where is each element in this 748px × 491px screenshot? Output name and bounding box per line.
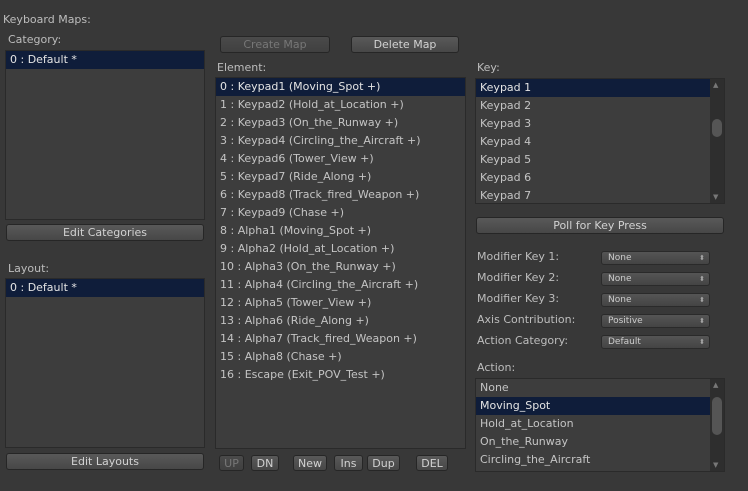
key-item[interactable]: Keypad 2: [476, 97, 724, 115]
field-dropdown[interactable]: Positive ⬍: [601, 314, 710, 328]
field-label: Modifier Key 1:: [477, 250, 560, 263]
key-item[interactable]: Keypad 1: [476, 79, 724, 97]
key-label: Key:: [477, 61, 500, 74]
delete-map-button[interactable]: Delete Map: [351, 36, 459, 53]
element-item[interactable]: 5 : Keypad7 (Ride_Along +): [216, 168, 465, 186]
scroll-thumb[interactable]: [712, 397, 722, 435]
key-item[interactable]: Keypad 5: [476, 151, 724, 169]
dropdown-value: None: [608, 253, 632, 263]
dropdown-value: Positive: [608, 316, 643, 326]
create-map-button[interactable]: Create Map: [220, 36, 330, 53]
element-item[interactable]: 2 : Keypad3 (On_the_Runway +): [216, 114, 465, 132]
element-item[interactable]: 7 : Keypad9 (Chase +): [216, 204, 465, 222]
element-item[interactable]: 3 : Keypad4 (Circling_the_Aircraft +): [216, 132, 465, 150]
field-dropdown[interactable]: None ⬍: [601, 272, 710, 286]
element-item[interactable]: 15 : Alpha8 (Chase +): [216, 348, 465, 366]
category-list[interactable]: 0 : Default *: [5, 50, 205, 220]
scroll-down-icon[interactable]: ▼: [713, 461, 718, 469]
element-item[interactable]: 1 : Keypad2 (Hold_at_Location +): [216, 96, 465, 114]
element-item[interactable]: 9 : Alpha2 (Hold_at_Location +): [216, 240, 465, 258]
layout-label: Layout:: [8, 262, 50, 275]
insert-element-button[interactable]: Ins: [334, 455, 363, 471]
move-up-button[interactable]: UP: [219, 455, 244, 471]
field-label: Axis Contribution:: [477, 313, 576, 326]
dropdown-arrows-icon: ⬍: [699, 338, 705, 346]
action-item[interactable]: On_the_Runway: [476, 433, 724, 451]
scroll-down-icon[interactable]: ▼: [713, 193, 718, 201]
element-label: Element:: [217, 61, 267, 74]
dropdown-value: None: [608, 274, 632, 284]
category-item[interactable]: 0 : Default *: [6, 51, 204, 69]
dropdown-arrows-icon: ⬍: [699, 296, 705, 304]
action-item[interactable]: Moving_Spot: [476, 397, 724, 415]
category-label: Category:: [8, 33, 62, 46]
layout-item[interactable]: 0 : Default *: [6, 279, 204, 297]
element-item[interactable]: 0 : Keypad1 (Moving_Spot +): [216, 78, 465, 96]
poll-key-button[interactable]: Poll for Key Press: [476, 217, 724, 234]
key-item[interactable]: Keypad 4: [476, 133, 724, 151]
duplicate-element-button[interactable]: Dup: [367, 455, 400, 471]
element-item[interactable]: 12 : Alpha5 (Tower_View +): [216, 294, 465, 312]
element-item[interactable]: 16 : Escape (Exit_POV_Test +): [216, 366, 465, 384]
field-dropdown[interactable]: Default ⬍: [601, 335, 710, 349]
element-item[interactable]: 13 : Alpha6 (Ride_Along +): [216, 312, 465, 330]
key-item[interactable]: Keypad 7: [476, 187, 724, 203]
key-item[interactable]: Keypad 3: [476, 115, 724, 133]
key-scrollbar[interactable]: ▲ ▼: [710, 79, 724, 203]
dropdown-arrows-icon: ⬍: [699, 254, 705, 262]
field-label: Action Category:: [477, 334, 569, 347]
element-item[interactable]: 11 : Alpha4 (Circling_the_Aircraft +): [216, 276, 465, 294]
layout-list[interactable]: 0 : Default *: [5, 278, 205, 448]
scroll-thumb[interactable]: [712, 119, 722, 137]
field-label: Modifier Key 2:: [477, 271, 560, 284]
action-item[interactable]: Circling_the_Aircraft: [476, 451, 724, 469]
action-label: Action:: [477, 361, 516, 374]
element-item[interactable]: 4 : Keypad6 (Tower_View +): [216, 150, 465, 168]
dropdown-arrows-icon: ⬍: [699, 275, 705, 283]
action-item[interactable]: Hold_at_Location: [476, 415, 724, 433]
dropdown-value: Default: [608, 337, 641, 347]
scroll-up-icon[interactable]: ▲: [713, 381, 718, 389]
new-element-button[interactable]: New: [293, 455, 327, 471]
action-item[interactable]: None: [476, 379, 724, 397]
element-item[interactable]: 10 : Alpha3 (On_the_Runway +): [216, 258, 465, 276]
element-item[interactable]: 6 : Keypad8 (Track_fired_Weapon +): [216, 186, 465, 204]
key-item[interactable]: Keypad 6: [476, 169, 724, 187]
edit-categories-button[interactable]: Edit Categories: [6, 224, 204, 241]
action-list[interactable]: None Moving_Spot Hold_at_Location On_the_Ru…: [475, 378, 725, 472]
dropdown-arrows-icon: ⬍: [699, 317, 705, 325]
element-item[interactable]: 14 : Alpha7 (Track_fired_Weapon +): [216, 330, 465, 348]
action-scrollbar[interactable]: ▲ ▼: [710, 379, 724, 471]
delete-element-button[interactable]: DEL: [416, 455, 448, 471]
panel-title: Keyboard Maps:: [3, 13, 91, 26]
key-list[interactable]: Keypad 1 Keypad 2 Keypad 3 Keypad 4 Keypad 5…: [475, 78, 725, 204]
field-dropdown[interactable]: None ⬍: [601, 251, 710, 265]
edit-layouts-button[interactable]: Edit Layouts: [6, 453, 204, 470]
field-dropdown[interactable]: None ⬍: [601, 293, 710, 307]
dropdown-value: None: [608, 295, 632, 305]
scroll-up-icon[interactable]: ▲: [713, 81, 718, 89]
element-item[interactable]: 8 : Alpha1 (Moving_Spot +): [216, 222, 465, 240]
element-list[interactable]: 0 : Keypad1 (Moving_Spot +) 1 : Keypad2 (…: [215, 77, 466, 449]
field-label: Modifier Key 3:: [477, 292, 560, 305]
move-down-button[interactable]: DN: [251, 455, 279, 471]
